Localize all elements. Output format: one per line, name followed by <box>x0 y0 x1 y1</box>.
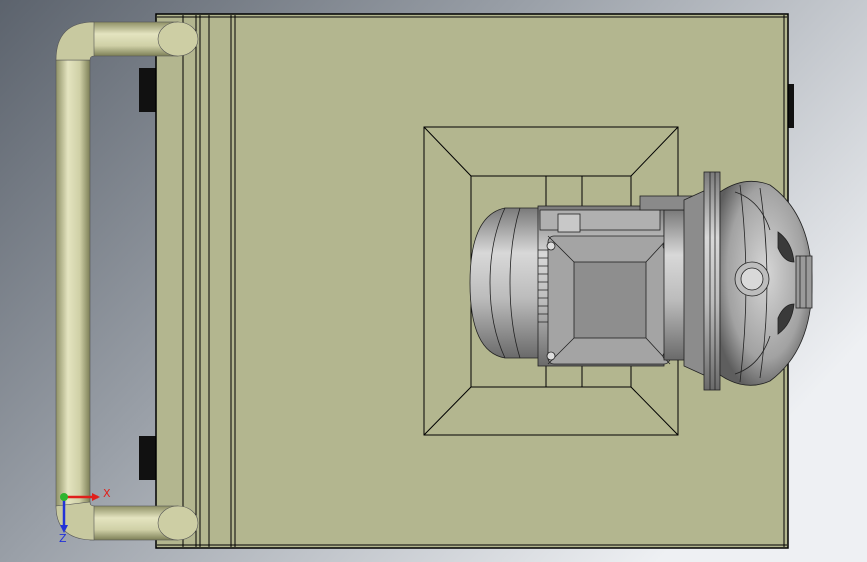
triad-y-axis <box>60 493 68 501</box>
cad-graphics-viewport[interactable]: X Z <box>0 0 867 562</box>
triad-x-label: X <box>103 487 111 500</box>
electric-motor[interactable] <box>469 195 701 367</box>
triad-z-label: Z <box>59 532 67 545</box>
model-view-svg[interactable]: X Z <box>0 0 867 562</box>
